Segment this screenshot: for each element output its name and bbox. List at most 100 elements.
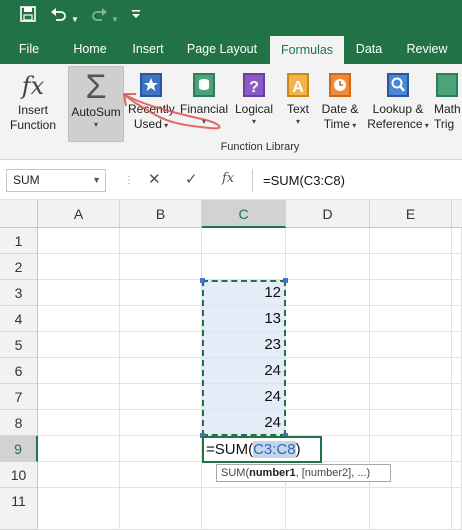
cell-a11[interactable] [38,488,120,530]
cell-c8[interactable]: 24 [202,410,286,436]
cell-d2[interactable] [286,254,370,280]
column-header-b[interactable]: B [120,200,202,228]
cell-e6[interactable] [370,358,452,384]
cell-b1[interactable] [120,228,202,254]
cell-c5[interactable]: 23 [202,332,286,358]
cell-f10[interactable] [452,462,462,488]
cell-d1[interactable] [286,228,370,254]
date-time-button[interactable]: Date & Time ▾ [318,66,362,142]
customize-icon[interactable] [131,8,141,28]
row-header-5[interactable]: 5 [0,332,38,358]
redo-dropdown-icon[interactable]: ▼ [111,10,119,30]
cell-d8[interactable] [286,410,370,436]
row-header-4[interactable]: 4 [0,306,38,332]
text-button[interactable]: A Text ▾ [280,66,316,142]
save-icon[interactable] [20,6,36,28]
function-tooltip[interactable]: SUM(number1, [number2], ...) [216,464,391,482]
cell-b2[interactable] [120,254,202,280]
column-header-d[interactable]: D [286,200,370,228]
insert-function-button[interactable]: fx Insert Function [4,66,62,142]
tab-formulas[interactable]: Formulas [270,36,344,64]
cell-a2[interactable] [38,254,120,280]
logical-dropdown-icon[interactable]: ▾ [232,117,276,127]
redo-icon[interactable] [90,6,108,28]
cell-e4[interactable] [370,306,452,332]
cell-e7[interactable] [370,384,452,410]
cell-b7[interactable] [120,384,202,410]
name-box[interactable]: SUM ▼ [6,169,106,192]
cell-f2[interactable] [452,254,462,280]
cell-f9[interactable] [452,436,462,462]
row-header-2[interactable]: 2 [0,254,38,280]
range-handle-top-left[interactable] [200,278,205,283]
cell-d5[interactable] [286,332,370,358]
cell-e2[interactable] [370,254,452,280]
cell-c6[interactable]: 24 [202,358,286,384]
range-handle-top-right[interactable] [283,278,288,283]
row-header-1[interactable]: 1 [0,228,38,254]
cell-a10[interactable] [38,462,120,488]
tab-file[interactable]: File [8,34,50,64]
insert-function-fx-icon[interactable]: fx [222,171,234,186]
cell-f6[interactable] [452,358,462,384]
cancel-icon[interactable]: ✕ [148,170,161,188]
select-all-corner[interactable] [0,200,38,228]
active-cell-c9[interactable]: =SUM(C3:C8) [202,436,322,463]
cell-d4[interactable] [286,306,370,332]
cell-b10[interactable] [120,462,202,488]
cell-e11[interactable] [370,488,452,530]
row-header-9[interactable]: 9 [0,436,38,462]
formula-input[interactable]: =SUM(C3:C8) [252,169,462,192]
cell-e9[interactable] [370,436,452,462]
tab-page-layout[interactable]: Page Layout [180,34,264,64]
cell-e5[interactable] [370,332,452,358]
cell-f3[interactable] [452,280,462,306]
cell-d3[interactable] [286,280,370,306]
name-box-dropdown-icon[interactable]: ▼ [92,170,101,191]
cell-b4[interactable] [120,306,202,332]
cell-b6[interactable] [120,358,202,384]
cell-f7[interactable] [452,384,462,410]
undo-icon[interactable] [50,6,68,28]
column-header-e[interactable]: E [370,200,452,228]
row-header-7[interactable]: 7 [0,384,38,410]
row-header-10[interactable]: 10 [0,462,38,488]
cell-e3[interactable] [370,280,452,306]
cell-a8[interactable] [38,410,120,436]
column-header-c[interactable]: C [202,200,286,228]
cell-a3[interactable] [38,280,120,306]
cell-b11[interactable] [120,488,202,530]
cell-c1[interactable] [202,228,286,254]
tab-insert[interactable]: Insert [124,34,172,64]
cell-a1[interactable] [38,228,120,254]
cell-a5[interactable] [38,332,120,358]
cell-c3[interactable]: 12 [202,280,286,306]
text-dropdown-icon[interactable]: ▾ [280,117,316,127]
cell-d6[interactable] [286,358,370,384]
lookup-reference-button[interactable]: Lookup & Reference ▾ [366,66,430,142]
cell-e1[interactable] [370,228,452,254]
cell-b9[interactable] [120,436,202,462]
column-header-f[interactable] [452,200,462,228]
cell-f5[interactable] [452,332,462,358]
row-header-3[interactable]: 3 [0,280,38,306]
date-time-dropdown-icon[interactable]: ▾ [350,121,356,130]
cell-e8[interactable] [370,410,452,436]
row-header-6[interactable]: 6 [0,358,38,384]
tab-review[interactable]: Review [398,34,456,64]
cell-a6[interactable] [38,358,120,384]
cell-b3[interactable] [120,280,202,306]
cell-f11[interactable] [452,488,462,530]
enter-icon[interactable]: ✓ [185,170,198,188]
cell-c7[interactable]: 24 [202,384,286,410]
cell-b8[interactable] [120,410,202,436]
cell-a9[interactable] [38,436,120,462]
tab-home[interactable]: Home [64,34,116,64]
math-trig-button[interactable]: Math Trig [434,66,462,142]
cell-f1[interactable] [452,228,462,254]
cell-d7[interactable] [286,384,370,410]
cell-f8[interactable] [452,410,462,436]
cell-a4[interactable] [38,306,120,332]
undo-dropdown-icon[interactable]: ▼ [71,10,79,30]
cell-a7[interactable] [38,384,120,410]
